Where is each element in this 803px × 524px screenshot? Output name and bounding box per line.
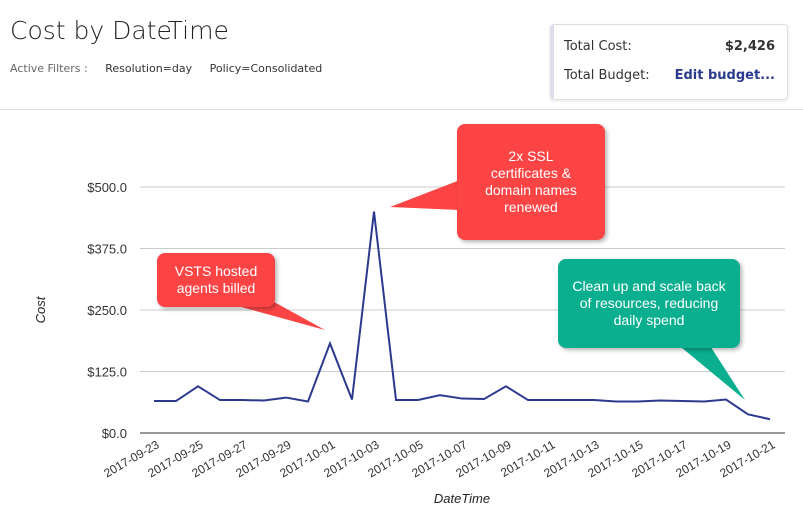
edit-budget-link[interactable]: Edit budget... <box>675 68 775 83</box>
annotation-text: Clean up and scale back of resources, re… <box>572 278 726 328</box>
summary-card: Total Cost: $2,426 Total Budget: Edit budg… <box>550 24 788 100</box>
annotation-ssl: 2x SSL certificates & domain names renew… <box>457 124 605 240</box>
annotation-text: VSTS hosted agents billed <box>174 263 258 296</box>
total-cost-label: Total Cost: <box>564 39 632 54</box>
total-budget-label: Total Budget: <box>564 68 650 83</box>
callout-pointer <box>390 180 460 210</box>
y-tick-label: $500.0 <box>87 180 127 195</box>
annotation-text: 2x SSL certificates & domain names renew… <box>485 148 577 215</box>
active-filters: Active Filters : Resolution=day Policy=C… <box>10 62 336 75</box>
annotation-cleanup: Clean up and scale back of resources, re… <box>558 259 740 348</box>
x-axis-label: DateTime <box>434 491 490 506</box>
total-cost-value: $2,426 <box>724 39 775 54</box>
filters-label: Active Filters : <box>10 62 88 75</box>
page-title: Cost by DateTime <box>10 16 229 45</box>
annotation-vsts: VSTS hosted agents billed <box>157 253 275 307</box>
y-tick-label: $125.0 <box>87 365 127 380</box>
y-tick-label: $0.0 <box>102 426 127 441</box>
y-tick-label: $375.0 <box>87 242 127 257</box>
y-tick-label: $250.0 <box>87 303 127 318</box>
y-axis-label: Cost <box>33 295 48 323</box>
filter-policy[interactable]: Policy=Consolidated <box>210 62 323 75</box>
filter-resolution[interactable]: Resolution=day <box>105 62 192 75</box>
